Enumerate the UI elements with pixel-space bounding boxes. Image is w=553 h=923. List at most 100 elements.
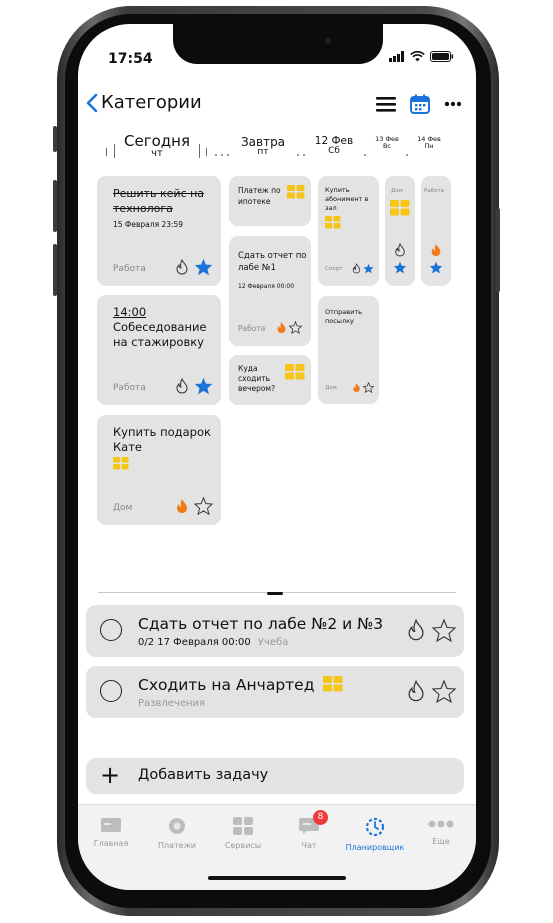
day-header-sat[interactable]: 12 Фев Сб (309, 136, 359, 156)
card-category: Работа (113, 383, 146, 393)
task-card[interactable]: Купить подарок Кате Дом (97, 415, 221, 525)
task-category: Учеба (257, 637, 289, 648)
camera (325, 38, 331, 44)
drag-handle[interactable] (267, 592, 283, 595)
day-weekday: пт (257, 147, 269, 157)
fire-filled-icon[interactable] (175, 498, 189, 514)
status-icons (389, 51, 454, 62)
star-outline-icon[interactable] (289, 321, 302, 334)
day-dot (303, 154, 305, 156)
tab-chat[interactable]: 8 Чат (276, 810, 342, 850)
calendar-icon[interactable] (410, 94, 430, 114)
day-divider (114, 144, 115, 158)
star-outline-icon[interactable] (432, 680, 456, 703)
notch (173, 24, 383, 64)
task-date: 17 Февраля 00:00 (157, 637, 251, 648)
day-header-sun[interactable]: 13 Фев Вс (370, 136, 404, 149)
top-actions (376, 94, 462, 114)
task-card[interactable]: Отправить посылку Дом (318, 296, 379, 404)
day-header-today[interactable]: Сегодня чт (120, 134, 194, 159)
services-icon (233, 817, 253, 835)
tab-label: Главная (93, 839, 129, 848)
fire-outline-icon[interactable] (406, 619, 426, 641)
tab-label: Планировщик (345, 843, 405, 852)
tag-icon (390, 200, 410, 216)
day-dot (364, 154, 366, 156)
card-category: Работа (424, 188, 445, 194)
task-progress: 0/2 (138, 637, 155, 648)
tab-payments[interactable]: Платежи (144, 817, 210, 850)
day-weekday: Сб (328, 145, 340, 156)
fire-filled-icon[interactable] (352, 382, 361, 393)
card-title: Платеж по ипотеке (238, 186, 281, 206)
day-header-mon[interactable]: 14 Фев Пн (412, 136, 446, 149)
fire-outline-icon[interactable] (352, 263, 361, 274)
star-outline-icon[interactable] (363, 382, 374, 393)
card-date: 12 Февраля 00:00 (238, 283, 295, 290)
task-row[interactable]: Сходить на Анчартед Развлечения (86, 666, 464, 718)
status-time: 17:54 (108, 51, 153, 67)
fire-outline-icon[interactable] (406, 680, 426, 702)
card-title: Решить кейс на технолога (113, 187, 205, 215)
wifi-icon (410, 51, 425, 62)
star-outline-icon[interactable] (194, 497, 213, 515)
day-dot (221, 154, 223, 156)
tab-home[interactable]: Главная (78, 817, 144, 848)
card-category: Спорт (325, 266, 343, 272)
star-filled-icon[interactable] (194, 377, 213, 395)
day-weekday: Пн (424, 141, 434, 150)
task-meta: 0/2 17 Февраля 00:00 Учеба (138, 637, 288, 648)
day-header: Сегодня чт Завтра пт 12 Фев Сб 13 Фев Вс… (78, 134, 476, 170)
list-icon[interactable] (376, 96, 396, 112)
top-nav: Категории (78, 90, 476, 122)
fire-filled-icon[interactable] (430, 243, 442, 257)
task-card[interactable]: Куда сходить вечером? (229, 355, 311, 405)
fire-outline-icon[interactable] (175, 259, 189, 275)
tag-icon (323, 676, 343, 692)
tab-label: Еще (432, 837, 450, 846)
phone-volume-down (53, 244, 57, 296)
home-indicator (208, 876, 346, 880)
home-card-icon (101, 818, 121, 832)
card-category: Работа (238, 324, 266, 333)
task-card[interactable]: Решить кейс на технолога 15 Февраля 23:5… (97, 176, 221, 286)
card-title: Сдать отчет по лабе №1 (238, 251, 307, 273)
star-filled-icon[interactable] (363, 263, 374, 274)
fire-filled-icon[interactable] (276, 321, 287, 334)
task-checkbox[interactable] (100, 680, 122, 702)
day-divider (106, 148, 107, 156)
tab-services[interactable]: Сервисы (210, 817, 276, 850)
tab-planner[interactable]: Планировщик (342, 817, 408, 852)
task-title: Сходить на Анчартед (138, 676, 315, 694)
more-dots-icon (428, 820, 454, 828)
back-button[interactable]: Категории (86, 92, 202, 113)
star-filled-icon[interactable] (393, 261, 407, 274)
task-card[interactable]: Купить абонимент в зал Спорт (318, 176, 379, 286)
phone-power-button (496, 208, 500, 292)
task-card[interactable]: Платеж по ипотеке (229, 176, 311, 226)
task-card[interactable]: Дом (385, 176, 415, 286)
tab-more[interactable]: Еще (408, 817, 474, 846)
day-dot (406, 154, 408, 156)
more-icon[interactable] (444, 101, 462, 107)
day-weekday: Вс (382, 141, 392, 150)
task-actions (406, 680, 456, 703)
day-dot (227, 154, 229, 156)
task-checkbox[interactable] (100, 619, 122, 641)
task-card[interactable]: 14:00 Собеседование на стажировку Работа (97, 295, 221, 405)
star-filled-icon[interactable] (194, 258, 213, 276)
day-header-tomorrow[interactable]: Завтра пт (233, 136, 293, 157)
task-card[interactable]: Работа (421, 176, 451, 286)
card-title: Отправить посылку (325, 308, 362, 325)
battery-icon (430, 51, 454, 62)
task-row[interactable]: Сдать отчет по лабе №2 и №3 0/2 17 Февра… (86, 605, 464, 657)
fire-outline-icon[interactable] (175, 378, 189, 394)
star-outline-icon[interactable] (432, 619, 456, 642)
star-filled-icon[interactable] (429, 261, 443, 274)
tag-icon (285, 364, 305, 380)
fire-outline-icon[interactable] (394, 243, 406, 257)
day-weekday: чт (151, 148, 163, 159)
planner-icon (365, 817, 385, 837)
task-card[interactable]: Сдать отчет по лабе №1 12 Февраля 00:00 … (229, 236, 311, 346)
add-task-button[interactable]: + Добавить задачу (86, 758, 464, 794)
